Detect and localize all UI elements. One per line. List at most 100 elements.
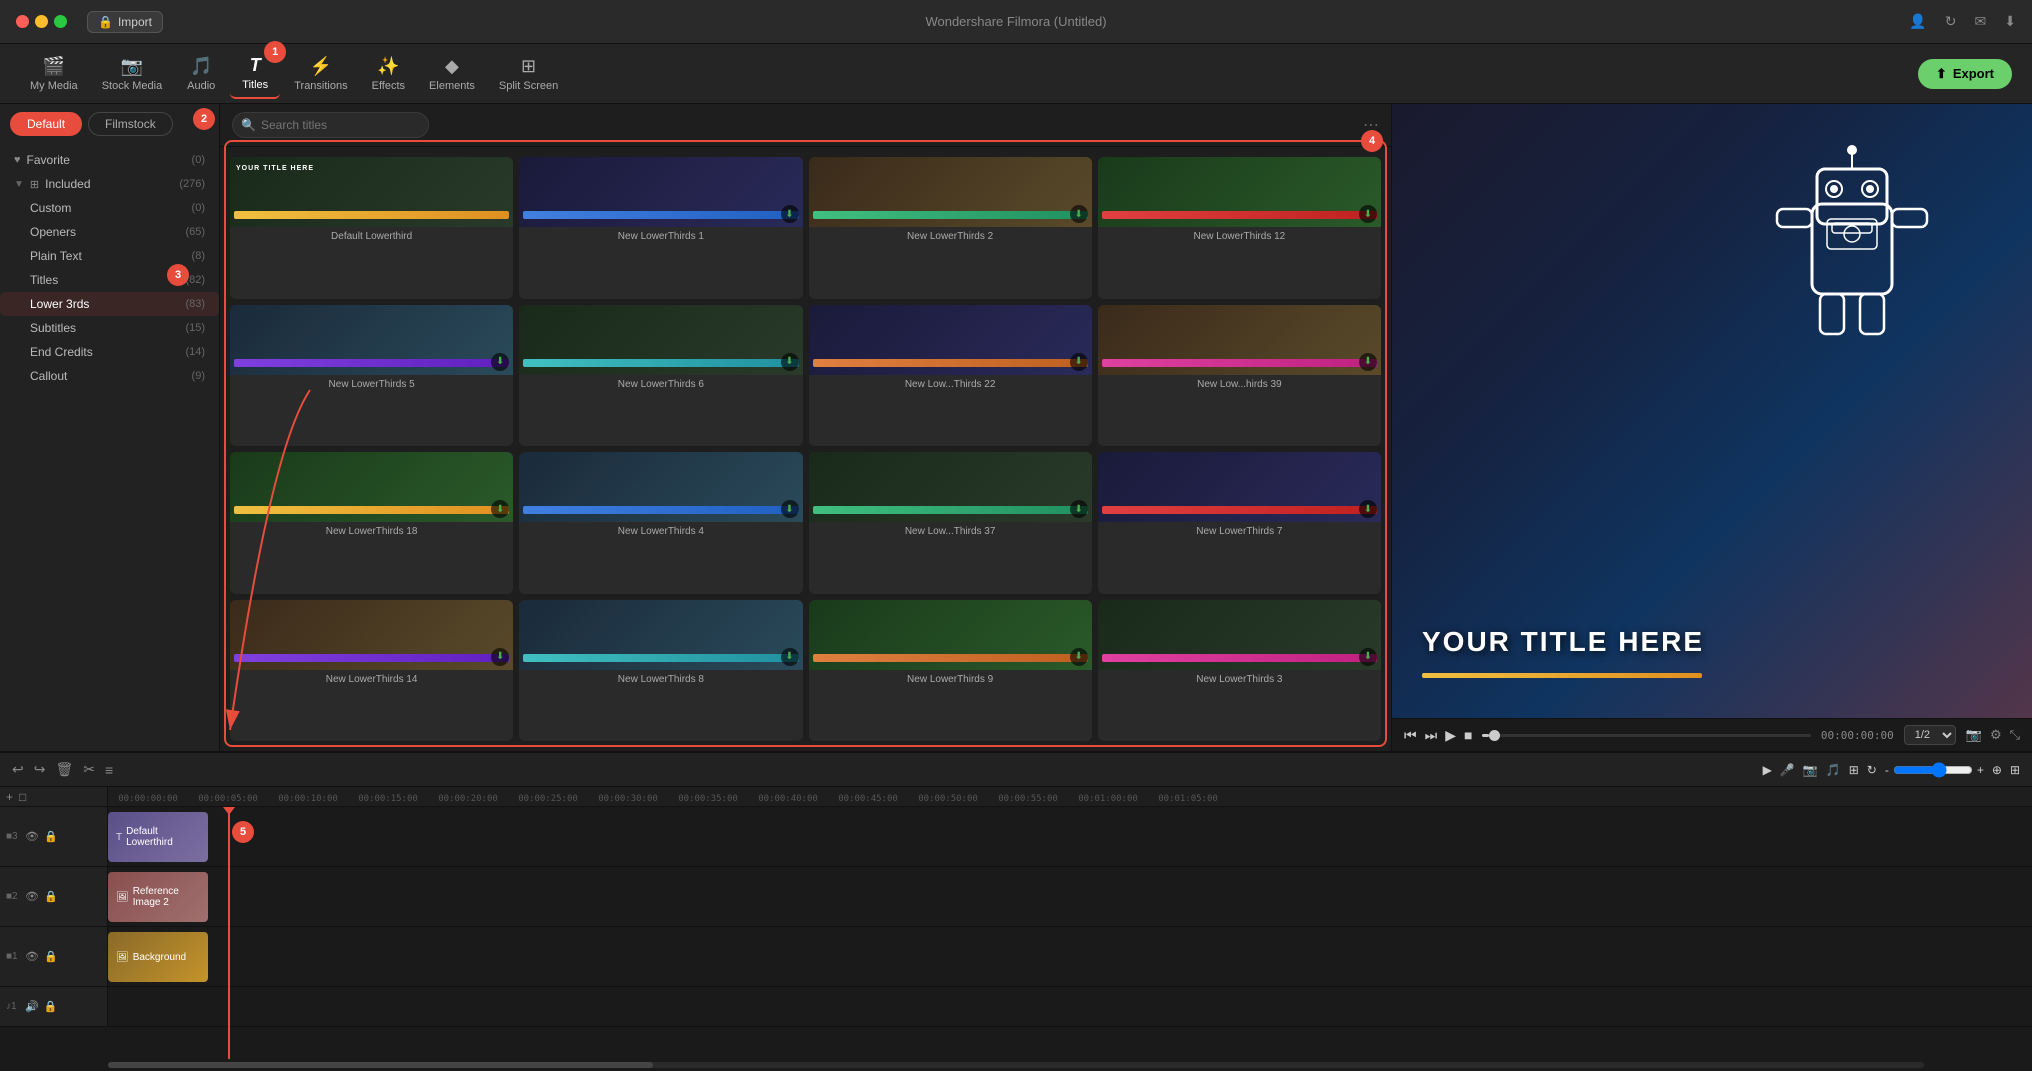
title-card-14[interactable]: ⬇ New LowerThirds 8 (519, 600, 802, 742)
sidebar-item-included[interactable]: ▼ ⊞ Included (276) (0, 172, 219, 196)
playback-timeline[interactable] (1482, 734, 1810, 737)
toolbar-effects[interactable]: ✨ Effects (362, 50, 415, 98)
thumb-6: ⬇ (519, 305, 802, 375)
download-badge-16: ⬇ (1359, 648, 1377, 666)
timeline-icon-7[interactable]: ⊕ (1992, 763, 2002, 777)
undo-tool[interactable]: ↩ (12, 761, 24, 778)
toolbar-transitions[interactable]: ⚡ Transitions (284, 50, 357, 98)
search-input[interactable] (232, 112, 429, 138)
title-card-5[interactable]: ⬇ New LowerThirds 5 (230, 305, 513, 447)
scale-select[interactable]: 1/2 Full 1/4 (1904, 725, 1956, 745)
skip-back-button[interactable]: ⏮ (1404, 727, 1417, 744)
timeline-icon-6[interactable]: ↻ (1867, 763, 1877, 777)
play-button[interactable]: ▶ (1445, 727, 1456, 744)
sidebar-item-end-credits[interactable]: End Credits (14) (0, 340, 219, 364)
clip-background[interactable]: 🖼 Background (108, 932, 208, 982)
zoom-control[interactable]: - + (1885, 762, 1984, 778)
card-name-16: New LowerThirds 3 (1098, 670, 1381, 689)
toolbar-titles[interactable]: T Titles 1 (230, 49, 280, 99)
title-card-10[interactable]: ⬇ New LowerThirds 4 (519, 452, 802, 594)
title-card-2[interactable]: ⬇ New LowerThirds 1 (519, 157, 802, 299)
track-lock-2[interactable]: 🔒 (44, 890, 58, 903)
thumb-12: ⬇ (1098, 452, 1381, 522)
track-eye-2[interactable]: 👁 (25, 890, 39, 903)
ruler-area: 00:00:00:00 00:00:05:00 00:00:10:00 00:0… (108, 787, 2032, 806)
timeline-icon-1[interactable]: ▶ (1763, 763, 1772, 777)
toolbar-split-screen[interactable]: ⊞ Split Screen (489, 50, 568, 98)
timeline-icon-5[interactable]: ⊞ (1849, 763, 1859, 777)
sidebar-item-titles[interactable]: Titles (82) 3 (0, 268, 219, 292)
list-tool[interactable]: ≡ (105, 762, 113, 778)
title-card-15[interactable]: ⬇ New LowerThirds 9 (809, 600, 1092, 742)
close-button[interactable] (16, 15, 29, 28)
title-card-7[interactable]: ⬇ New Low...Thirds 22 (809, 305, 1092, 447)
sidebar-count-callout: (9) (192, 370, 205, 382)
timeline-icon-2[interactable]: 🎤 (1780, 763, 1795, 777)
tab-filmstock-label: Filmstock (105, 117, 156, 131)
download-badge-3: ⬇ (1070, 205, 1088, 223)
track-mute-audio[interactable]: 🔊 (25, 1000, 39, 1013)
track-options[interactable]: □ (19, 790, 26, 804)
title-card-3[interactable]: ⬇ New LowerThirds 2 (809, 157, 1092, 299)
sidebar-item-lower-3rds[interactable]: Lower 3rds (83) (0, 292, 219, 316)
traffic-lights[interactable] (16, 15, 67, 28)
timeline-icon-4[interactable]: 🎵 (1826, 763, 1841, 777)
clip-label-ref: Reference Image 2 (133, 886, 200, 908)
sidebar-item-callout[interactable]: Callout (9) (0, 364, 219, 388)
import-button[interactable]: 🔒 Import (87, 11, 163, 33)
zoom-slider[interactable] (1893, 762, 1973, 778)
title-card-8[interactable]: ⬇ New Low...hirds 39 (1098, 305, 1381, 447)
tab-default[interactable]: Default (10, 112, 82, 136)
tab-filmstock[interactable]: Filmstock (88, 112, 173, 136)
scrollbar-thumb[interactable] (108, 1062, 653, 1068)
title-card-12[interactable]: ⬇ New LowerThirds 7 (1098, 452, 1381, 594)
toolbar-my-media[interactable]: 🎬 My Media (20, 50, 88, 98)
fullscreen-icon[interactable]: ⤡ (2010, 727, 2020, 743)
step-back-button[interactable]: ⏭ (1425, 727, 1438, 744)
track-lock-audio[interactable]: 🔒 (44, 1000, 58, 1013)
track-lock-3[interactable]: 🔒 (44, 830, 58, 843)
maximize-button[interactable] (54, 15, 67, 28)
title-card-9[interactable]: ⬇ New LowerThirds 18 (230, 452, 513, 594)
title-card-16[interactable]: ⬇ New LowerThirds 3 (1098, 600, 1381, 742)
timeline-scrollbar[interactable] (0, 1059, 2032, 1071)
export-button[interactable]: ⬆ Export (1918, 59, 2012, 89)
card-name-9: New LowerThirds 18 (230, 522, 513, 541)
refresh-icon[interactable]: ↻ (1945, 13, 1957, 30)
track-eye-3[interactable]: 👁 (25, 830, 39, 843)
sidebar-item-custom[interactable]: Custom (0) (0, 196, 219, 220)
add-track-button[interactable]: + (6, 790, 13, 804)
card-name-10: New LowerThirds 4 (519, 522, 802, 541)
clip-default-lowerthird[interactable]: T Default Lowerthird ◀ (108, 812, 208, 862)
stop-button[interactable]: ■ (1464, 727, 1472, 743)
title-card-4[interactable]: ⬇ New LowerThirds 12 (1098, 157, 1381, 299)
timeline-icon-8[interactable]: ⊞ (2010, 763, 2020, 777)
title-card-6[interactable]: ⬇ New LowerThirds 6 (519, 305, 802, 447)
delete-tool[interactable]: 🗑 (55, 761, 73, 778)
sidebar-item-subtitles[interactable]: Subtitles (15) (0, 316, 219, 340)
timeline-toolbar: ↩ ↪ 🗑 ✂ ≡ ▶ 🎤 📷 🎵 ⊞ ↻ - + ⊕ ⊞ (0, 753, 2032, 787)
download-icon[interactable]: ⬇ (2004, 13, 2016, 30)
cut-tool[interactable]: ✂ (83, 761, 95, 778)
track-eye-1[interactable]: 👁 (25, 950, 39, 963)
mail-icon[interactable]: ✉ (1975, 13, 1987, 30)
split-screen-icon: ⊞ (521, 56, 536, 77)
toolbar-elements[interactable]: ◆ Elements (419, 50, 485, 98)
sidebar-item-openers[interactable]: Openers (65) (0, 220, 219, 244)
sidebar-item-favorite[interactable]: ♥ Favorite (0) (0, 148, 219, 172)
clip-reference-image[interactable]: 🖼 Reference Image 2 (108, 872, 208, 922)
title-card-11[interactable]: ⬇ New Low...Thirds 37 (809, 452, 1092, 594)
toolbar-audio[interactable]: 🎵 Audio (176, 50, 226, 98)
minimize-button[interactable] (35, 15, 48, 28)
download-badge-7: ⬇ (1070, 353, 1088, 371)
settings-icon[interactable]: ⚙ (1990, 727, 2002, 743)
track-lock-1[interactable]: 🔒 (44, 950, 58, 963)
snapshot-icon[interactable]: 📷 (1966, 727, 1982, 743)
sidebar-item-plain-text[interactable]: Plain Text (8) (0, 244, 219, 268)
toolbar-stock-media[interactable]: 📷 Stock Media (92, 50, 173, 98)
title-card-1[interactable]: YOUR TITLE HERE Default Lowerthird (230, 157, 513, 299)
timeline-icon-3[interactable]: 📷 (1803, 763, 1818, 777)
redo-tool[interactable]: ↪ (34, 761, 46, 778)
title-card-13[interactable]: ⬇ New LowerThirds 14 (230, 600, 513, 742)
user-icon[interactable]: 👤 (1909, 13, 1926, 30)
